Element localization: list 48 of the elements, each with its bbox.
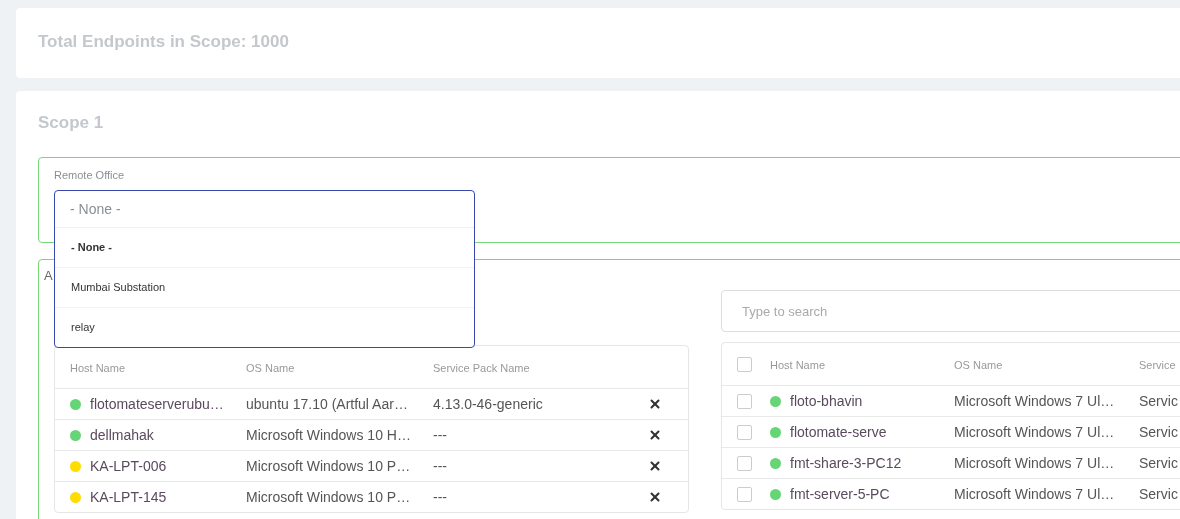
os-name: Microsoft Windows 10 P… [246, 458, 412, 474]
host-name: flotomateserverubu… [90, 396, 224, 412]
select-all-checkbox[interactable] [737, 357, 752, 372]
service-pack: Servic [1139, 486, 1179, 502]
os-name: Microsoft Windows 10 H… [246, 427, 412, 443]
service-pack: --- [433, 427, 448, 443]
column-header: Service [1139, 358, 1177, 371]
row-checkbox[interactable] [737, 393, 752, 409]
host-name: fmt-server-5-PC [790, 486, 890, 502]
os-name: Microsoft Windows 7 Ul… [954, 424, 1116, 440]
os-name: Microsoft Windows 7 Ul… [954, 393, 1116, 409]
service-pack: --- [433, 489, 448, 505]
search-field[interactable]: Type to search [721, 290, 1180, 332]
dropdown-option[interactable]: relay [55, 308, 474, 347]
row-checkbox[interactable] [737, 486, 752, 502]
service-pack: Servic [1139, 424, 1179, 440]
column-header: OS Name [954, 358, 1004, 371]
os-name: Microsoft Windows 10 P… [246, 489, 412, 505]
host-name: dellmahak [90, 427, 154, 443]
remove-icon[interactable] [648, 428, 662, 442]
service-pack: Servic [1139, 393, 1179, 409]
os-name: ubuntu 17.10 (Artful Aar… [246, 396, 409, 412]
remove-icon[interactable] [648, 397, 662, 411]
dropdown-option[interactable]: Mumbai Substation [55, 268, 474, 308]
remote-office-label: Remote Office [54, 169, 126, 181]
host-name: flotomate-serve [790, 424, 887, 440]
host-name: floto-bhavin [790, 393, 863, 409]
row-checkbox[interactable] [737, 424, 752, 440]
service-pack: 4.13.0-46-generic [433, 396, 544, 412]
service-pack: --- [433, 458, 448, 474]
scope-title: Scope 1 [38, 113, 105, 133]
remove-icon[interactable] [648, 490, 662, 504]
host-name: KA-LPT-006 [90, 458, 167, 474]
row-checkbox[interactable] [737, 455, 752, 471]
column-header: Host Name [70, 361, 127, 374]
os-name: Microsoft Windows 7 Ul… [954, 486, 1116, 502]
remote-office-dropdown[interactable]: - None - - None - Mumbai Substation relay [54, 190, 475, 348]
dropdown-option[interactable]: - None - [55, 228, 474, 268]
service-pack: Servic [1139, 455, 1179, 471]
os-name: Microsoft Windows 7 Ul… [954, 455, 1116, 471]
column-header: Service Pack Name [433, 361, 531, 374]
host-name: fmt-share-3-PC12 [790, 455, 902, 471]
total-endpoints-title: Total Endpoints in Scope: 1000 [38, 32, 290, 52]
remove-icon[interactable] [648, 459, 662, 473]
column-header: OS Name [246, 361, 296, 374]
column-header: Host Name [770, 358, 827, 371]
host-name: KA-LPT-145 [90, 489, 167, 505]
section-label: A [44, 268, 53, 283]
